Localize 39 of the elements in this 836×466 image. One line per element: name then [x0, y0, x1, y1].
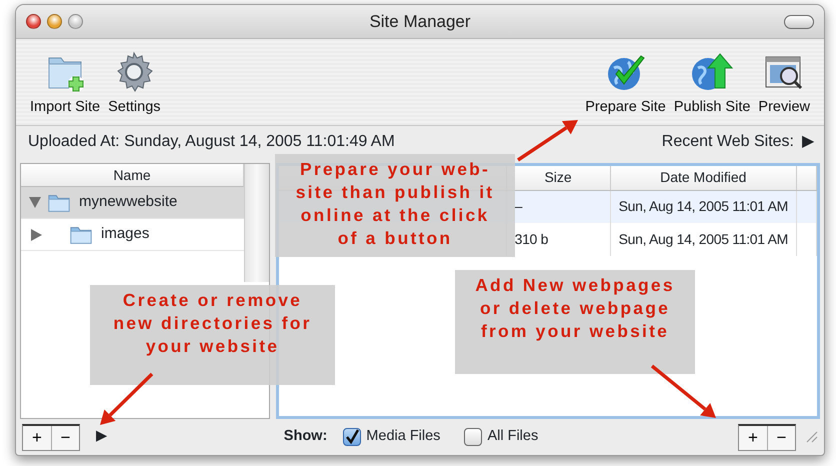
show-label: Show: [284, 427, 328, 446]
disclosure-triangle[interactable] [31, 228, 42, 240]
checkbox[interactable] [343, 428, 362, 446]
close-button[interactable] [26, 14, 41, 29]
folder-name: images [101, 224, 150, 244]
toolbar-button[interactable]: Publish Site [674, 50, 750, 119]
toolbar-button[interactable]: Preview [758, 50, 810, 119]
toolbar-toggle-button[interactable] [784, 14, 814, 28]
toolbar-button[interactable]: Import Site [30, 50, 100, 119]
table-cell: Sun, Aug 14, 2005 11:01 AM [610, 190, 796, 223]
scrollbar[interactable] [244, 164, 269, 282]
arrow [650, 364, 716, 418]
add-button[interactable]: + [739, 426, 767, 450]
callout-note: Create or remove new directories for your website [90, 285, 335, 385]
table-cell: Sun, Aug 14, 2005 11:01 AM [610, 223, 796, 256]
zoom-button[interactable] [68, 14, 83, 29]
column-header[interactable]: Date Modified [610, 166, 796, 190]
tree-row[interactable]: images [21, 219, 244, 251]
remove-button[interactable]: − [51, 426, 79, 450]
action-menu-arrow[interactable]: ▶ [96, 426, 108, 448]
checkbox-label: All Files [487, 427, 538, 446]
toolbar-button[interactable]: Settings [108, 50, 161, 119]
add-button[interactable]: + [23, 426, 51, 450]
folder-name: mynewwebsite [79, 192, 178, 212]
arrow [100, 372, 154, 425]
tree-row[interactable]: mynewwebsite [21, 187, 244, 219]
column-header[interactable]: Name [21, 164, 244, 187]
remove-button[interactable]: − [767, 426, 795, 450]
checkbox[interactable] [464, 428, 482, 446]
recent-sites-arrow[interactable]: ▶ [802, 130, 814, 154]
arrow [517, 120, 578, 162]
callout-note: Add New webpages or delete webpage from your website [455, 270, 695, 374]
recent-sites-label: Recent Web Sites: [662, 132, 794, 152]
minimize-button[interactable] [47, 14, 62, 29]
window-title: Site Manager [369, 12, 471, 31]
callout-note: Prepare your web- site than publish it online at the click of a button [275, 154, 515, 257]
toolbar-button[interactable]: Prepare Site [585, 50, 666, 119]
upload-time-label: Uploaded At: Sunday, August 14, 2005 11:01:49 AM [28, 132, 395, 152]
checkbox-label: Media Files [366, 427, 440, 446]
